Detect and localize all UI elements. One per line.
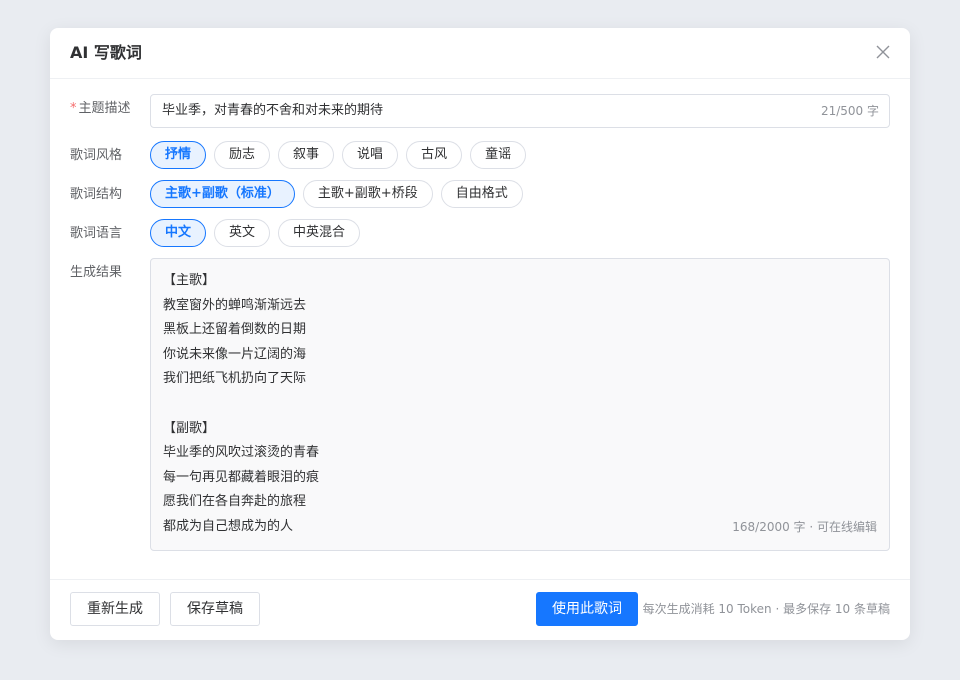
topic-label: * 主题描述: [70, 101, 131, 116]
dialog-header: AI 写歌词: [50, 28, 910, 79]
style-option[interactable]: 童谣: [470, 141, 527, 169]
structure-row: 歌词结构 主歌+副歌（标准） 主歌+副歌+桥段 自由格式: [70, 180, 890, 208]
lyric-line[interactable]: 每一句再见都藏着眼泪的痕: [163, 466, 319, 491]
lyric-line[interactable]: 毕业季的风吹过滚烫的青春: [163, 441, 319, 466]
style-option[interactable]: 古风: [406, 141, 463, 169]
lyric-line[interactable]: 【主歌】: [163, 269, 319, 294]
lyric-line[interactable]: 【副歌】: [163, 417, 319, 442]
structure-option[interactable]: 自由格式: [440, 180, 523, 208]
lyric-line[interactable]: 你说未来像一片辽阔的海: [163, 343, 319, 368]
language-label: 歌词语言: [70, 226, 123, 241]
topic-input[interactable]: 毕业季，对青春的不舍和对未来的期待 21/500 字: [150, 94, 890, 128]
lyric-line[interactable]: 愿我们在各自奔赴的旅程: [163, 490, 319, 515]
style-label: 歌词风格: [70, 148, 123, 163]
structure-control: 主歌+副歌（标准） 主歌+副歌+桥段 自由格式: [150, 180, 890, 208]
language-option[interactable]: 中英混合: [278, 219, 361, 247]
lyrics-content[interactable]: 【主歌】 教室窗外的蝉鸣渐渐远去 黑板上还留着倒数的日期 你说未来像一片辽阔的海 我们把…: [163, 269, 319, 540]
style-control: 抒情 励志 叙事 说唱 古风 童谣: [150, 141, 890, 169]
topic-control: 毕业季，对青春的不舍和对未来的期待 21/500 字: [150, 94, 890, 128]
style-option[interactable]: 抒情: [150, 141, 207, 169]
language-row: 歌词语言 中文 英文 中英混合: [70, 219, 890, 247]
topic-input-value[interactable]: 毕业季，对青春的不舍和对未来的期待: [162, 95, 383, 127]
style-option[interactable]: 说唱: [342, 141, 399, 169]
lyric-line[interactable]: 教室窗外的蝉鸣渐渐远去: [163, 294, 319, 319]
result-row: 生成结果 【主歌】 教室窗外的蝉鸣渐渐远去 黑板上还留着倒数的日期 你说未来像一片辽阔…: [70, 258, 890, 551]
topic-row: * 主题描述 毕业季，对青春的不舍和对未来的期待 21/500 字: [70, 94, 890, 128]
lyric-line[interactable]: 都成为自己想成为的人: [163, 515, 319, 540]
structure-label: 歌词结构: [70, 187, 123, 202]
style-row: 歌词风格 抒情 励志 叙事 说唱 古风 童谣: [70, 141, 890, 169]
regenerate-button[interactable]: 重新生成: [70, 592, 160, 626]
style-options: 抒情 励志 叙事 说唱 古风 童谣: [150, 141, 890, 169]
language-options: 中文 英文 中英混合: [150, 219, 890, 247]
result-label: 生成结果: [70, 265, 123, 280]
structure-options: 主歌+副歌（标准） 主歌+副歌+桥段 自由格式: [150, 180, 890, 208]
language-control: 中文 英文 中英混合: [150, 219, 890, 247]
use-lyrics-button[interactable]: 使用此歌词: [536, 592, 638, 626]
lyrics-editor[interactable]: 【主歌】 教室窗外的蝉鸣渐渐远去 黑板上还留着倒数的日期 你说未来像一片辽阔的海 我们把…: [150, 258, 890, 551]
structure-option[interactable]: 主歌+副歌（标准）: [150, 180, 295, 208]
structure-option[interactable]: 主歌+副歌+桥段: [302, 180, 433, 208]
style-option[interactable]: 励志: [214, 141, 271, 169]
save-draft-button[interactable]: 保存草稿: [170, 592, 260, 626]
language-option[interactable]: 中文: [150, 219, 207, 247]
dialog-title: AI 写歌词: [70, 43, 142, 62]
required-mark: *: [70, 101, 77, 116]
footer-hint: 每次生成消耗 10 Token · 最多保存 10 条草稿: [642, 602, 890, 616]
style-option[interactable]: 叙事: [278, 141, 335, 169]
topic-counter: 21/500 字: [820, 104, 879, 118]
language-option[interactable]: 英文: [214, 219, 271, 247]
dialog-footer: 重新生成 保存草稿 使用此歌词 每次生成消耗 10 Token · 最多保存 1…: [50, 579, 910, 640]
ai-lyrics-dialog: AI 写歌词 * 主题描述 毕业季，对青春的不舍和对未来的期待 21/500 字 …: [50, 28, 910, 640]
lyric-line[interactable]: [163, 392, 319, 417]
lyric-line[interactable]: 黑板上还留着倒数的日期: [163, 318, 319, 343]
close-icon[interactable]: [876, 45, 890, 59]
lyric-line[interactable]: 我们把纸飞机扔向了天际: [163, 367, 319, 392]
result-counter: 168/2000 字 · 可在线编辑: [732, 520, 877, 534]
result-control: 【主歌】 教室窗外的蝉鸣渐渐远去 黑板上还留着倒数的日期 你说未来像一片辽阔的海 我们把…: [150, 258, 890, 551]
